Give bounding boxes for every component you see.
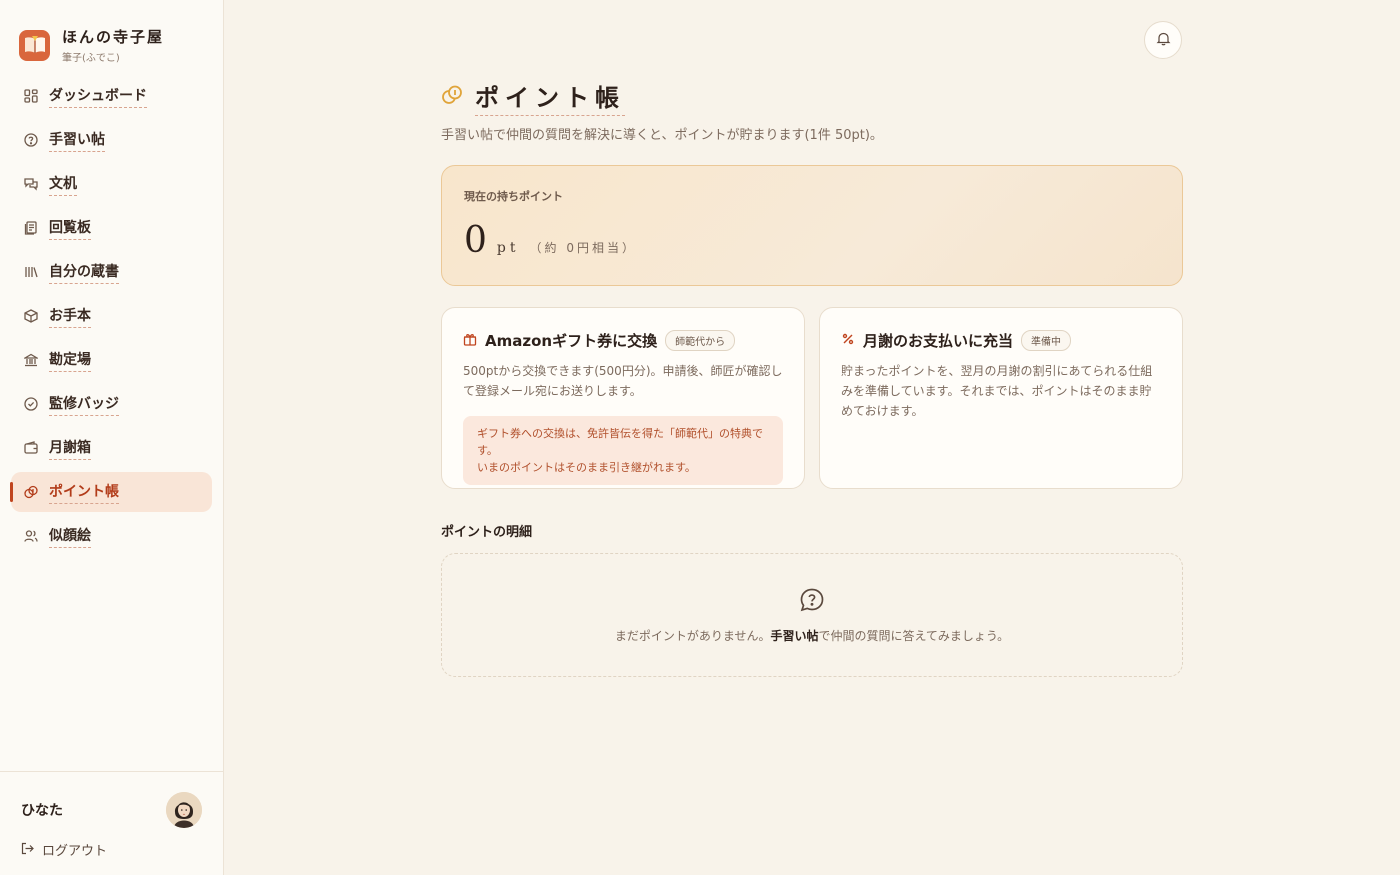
card-title: Amazonギフト券に交換 [485, 332, 658, 350]
sidebar-footer: ひなた ログアウト [0, 771, 223, 875]
balance-card: 現在の持ちポイント 0 pt （約 0円相当） [441, 165, 1183, 286]
card-header: Amazonギフト券に交換 師範代から [463, 330, 783, 351]
logout-button[interactable]: ログアウト [0, 834, 223, 864]
notice-line: いまのポイントはそのまま引き継がれます。 [477, 461, 696, 474]
balance-label: 現在の持ちポイント [464, 190, 563, 203]
sidebar-item-otehon[interactable]: お手本 [11, 296, 212, 336]
page-header: ポイント帳 [441, 78, 1183, 116]
bank-icon [23, 352, 39, 368]
sidebar: ほんの寺子屋 筆子(ふでこ) ダッシュボード 手習い帖 文机 回覧板 自分の蔵書… [0, 0, 224, 875]
tenarai-link[interactable]: 手習い帖 [770, 629, 818, 643]
sidebar-item-kanjoba[interactable]: 勘定場 [11, 340, 212, 380]
coins-icon [23, 484, 39, 500]
history-empty-state: まだポイントがありません。手習い帖で仲間の質問に答えてみましょう。 [441, 553, 1183, 677]
sidebar-item-library[interactable]: 自分の蔵書 [11, 252, 212, 292]
question-bubble-icon [799, 587, 825, 617]
sidebar-nav: ダッシュボード 手習い帖 文机 回覧板 自分の蔵書 お手本 勘定場 監修バッジ … [0, 70, 223, 556]
status-badge: 準備中 [1021, 330, 1072, 351]
page-description: 手習い帖で仲間の質問を解決に導くと、ポイントが貯まります(1件 50pt)。 [441, 128, 883, 143]
sidebar-item-label: 似顔絵 [49, 525, 91, 548]
empty-message-suffix: で仲間の質問に答えてみましょう。 [818, 628, 1010, 643]
card-header: 月謝のお支払いに充当 準備中 [841, 330, 1161, 351]
coins-icon [441, 84, 463, 110]
main-content: ポイント帳 手習い帖で仲間の質問を解決に導くと、ポイントが貯まります(1件 50… [224, 0, 1400, 875]
chat-icon [23, 176, 39, 192]
users-icon [23, 528, 39, 544]
balance-row: 0 pt （約 0円相当） [464, 220, 1160, 261]
brand-title: ほんの寺子屋 [62, 28, 165, 46]
app-root: ほんの寺子屋 筆子(ふでこ) ダッシュボード 手習い帖 文机 回覧板 自分の蔵書… [0, 0, 1400, 875]
sidebar-item-fuzukue[interactable]: 文机 [11, 164, 212, 204]
notice-line: ギフト券への交換は、免許皆伝を得た「師範代」の特典です。 [477, 427, 763, 457]
balance-value: 0 [464, 220, 487, 261]
user-row: ひなた [0, 772, 223, 834]
empty-message: まだポイントがありません。手習い帖で仲間の質問に答えてみましょう。 [615, 627, 1009, 644]
wallet-icon [23, 440, 39, 456]
sidebar-item-nigaoe[interactable]: 似顔絵 [11, 516, 212, 556]
sidebar-item-label: 文机 [49, 173, 77, 196]
option-cards: Amazonギフト券に交換 師範代から 500ptから交換できます(500円分)… [441, 307, 1183, 489]
help-circle-icon [23, 132, 39, 148]
brand-subtitle: 筆子(ふでこ) [62, 53, 120, 64]
check-badge-icon [23, 396, 39, 412]
status-badge: 師範代から [665, 330, 736, 351]
sidebar-item-label: 手習い帖 [49, 129, 105, 152]
sidebar-item-label: 監修バッジ [49, 393, 119, 416]
sidebar-item-tenarai[interactable]: 手習い帖 [11, 120, 212, 160]
box-icon [23, 308, 39, 324]
sidebar-item-label: 勘定場 [49, 349, 91, 372]
notice-box: ギフト券への交換は、免許皆伝を得た「師範代」の特典です。 いまのポイントはそのま… [463, 416, 783, 485]
book-logo-icon [19, 29, 50, 61]
user-name: ひなた [21, 802, 63, 819]
card-description: 貯まったポイントを、翌月の月謝の割引にあてられる仕組みを準備しています。それまで… [841, 364, 1153, 418]
avatar[interactable] [166, 791, 202, 828]
card-title: 月謝のお支払いに充当 [863, 332, 1014, 350]
card-description: 500ptから交換できます(500円分)。申請後、師匠が確認して登録メール宛にお… [463, 364, 783, 398]
grid-icon [23, 88, 39, 104]
notification-button[interactable] [1144, 21, 1182, 59]
brand[interactable]: ほんの寺子屋 筆子(ふでこ) [0, 0, 223, 70]
bell-icon [1156, 31, 1171, 50]
sidebar-item-kairanban[interactable]: 回覧板 [11, 208, 212, 248]
logout-icon [21, 840, 34, 859]
balance-unit: pt [496, 240, 520, 256]
sidebar-item-label: ダッシュボード [49, 85, 147, 108]
library-icon [23, 264, 39, 280]
sidebar-item-points[interactable]: ポイント帳 [10, 472, 212, 512]
sidebar-item-label: 月謝箱 [49, 437, 91, 460]
balance-yen-equivalent: （約 0円相当） [529, 241, 637, 255]
logout-label: ログアウト [42, 843, 108, 859]
tuition-card: 月謝のお支払いに充当 準備中 貯まったポイントを、翌月の月謝の割引にあてられる仕… [819, 307, 1183, 489]
amazon-gift-card: Amazonギフト券に交換 師範代から 500ptから交換できます(500円分)… [441, 307, 805, 489]
sidebar-item-label: お手本 [49, 305, 91, 328]
empty-message-prefix: まだポイントがありません。 [614, 628, 771, 643]
sidebar-item-label: ポイント帳 [49, 481, 119, 504]
percent-icon [841, 331, 855, 350]
sidebar-item-badge[interactable]: 監修バッジ [11, 384, 212, 424]
sidebar-item-label: 回覧板 [49, 217, 91, 240]
page-title: ポイント帳 [475, 78, 625, 116]
history-title: ポイントの明細 [441, 525, 533, 540]
gift-icon [463, 331, 477, 350]
sidebar-item-dashboard[interactable]: ダッシュボード [11, 76, 212, 116]
document-icon [23, 220, 39, 236]
sidebar-item-label: 自分の蔵書 [49, 261, 119, 284]
sidebar-item-gessha[interactable]: 月謝箱 [11, 428, 212, 468]
page-content: ポイント帳 手習い帖で仲間の質問を解決に導くと、ポイントが貯まります(1件 50… [441, 78, 1183, 677]
